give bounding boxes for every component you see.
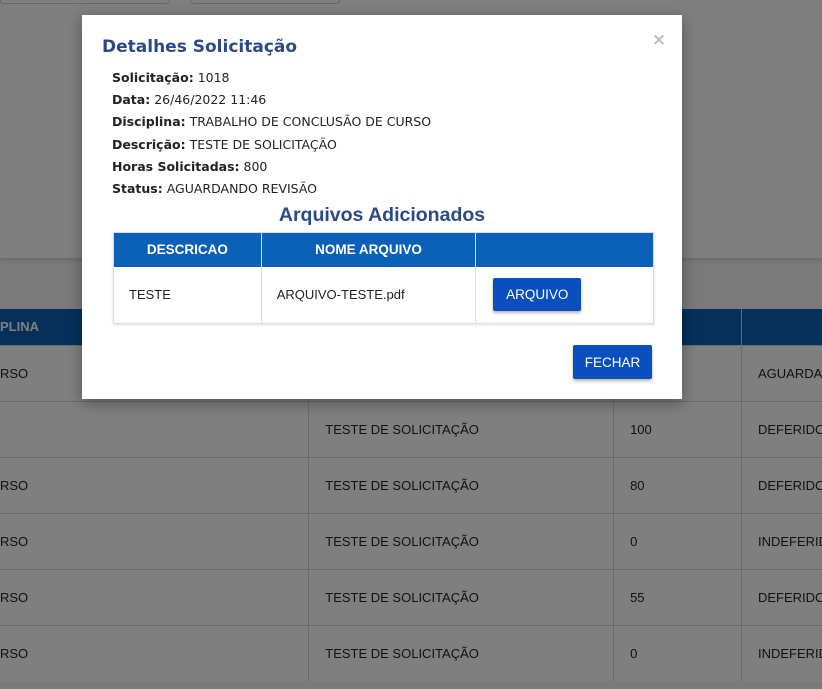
detail-value: 26/46/2022 11:46 <box>154 92 267 108</box>
header-descricao: DESCRICAO <box>113 232 262 267</box>
detail-status: Status: AGUARDANDO REVISÃO <box>112 180 431 202</box>
files-table: DESCRICAO NOME ARQUIVO TESTE ARQUIVO-TES… <box>113 232 654 324</box>
page: PLINA RAS RSO AGUARDAN TESTE DE SOLICITA… <box>0 0 822 689</box>
detail-value: TESTE DE SOLICITAÇÃO <box>189 136 337 152</box>
detail-solicitacao: Solicitação: 1018 <box>112 69 431 91</box>
detail-label: Disciplina: <box>112 114 186 130</box>
detail-label: Solicitação: <box>112 70 194 85</box>
close-icon[interactable]: × <box>650 30 668 50</box>
header-actions <box>475 232 654 267</box>
detail-label: Data: <box>112 92 151 108</box>
cell-actions: ARQUIVO <box>475 266 654 324</box>
detail-value: TRABALHO DE CONCLUSÃO DE CURSO <box>189 114 432 130</box>
request-details-modal: Detalhes Solicitação × Solicitação: 1018… <box>82 15 682 399</box>
modal-title: Detalhes Solicitação <box>102 37 298 57</box>
detail-label: Status: <box>112 180 163 196</box>
detail-data: Data: 26/46/2022 11:46 <box>112 91 431 113</box>
cell-nome-arquivo: ARQUIVO-TESTE.pdf <box>261 266 477 324</box>
open-file-button[interactable]: ARQUIVO <box>493 278 582 312</box>
detail-horas-solicitadas: Horas Solicitadas: 800 <box>112 158 431 180</box>
header-nome-arquivo: NOME ARQUIVO <box>261 232 477 267</box>
cell-descricao: TESTE <box>113 266 262 324</box>
table-row: TESTE ARQUIVO-TESTE.pdf ARQUIVO <box>113 266 654 324</box>
detail-value: AGUARDANDO REVISÃO <box>166 180 318 196</box>
files-section-title: Arquivos Adicionados <box>278 204 486 226</box>
close-button[interactable]: FECHAR <box>573 345 652 379</box>
detail-disciplina: Disciplina: TRABALHO DE CONCLUSÃO DE CUR… <box>112 113 431 135</box>
detail-value: 800 <box>243 158 268 174</box>
detail-descricao: Descrição: TESTE DE SOLICITAÇÃO <box>112 136 431 158</box>
detail-label: Horas Solicitadas: <box>112 158 240 174</box>
files-table-header: DESCRICAO NOME ARQUIVO <box>113 232 654 267</box>
detail-label: Descrição: <box>112 136 186 152</box>
request-details: Solicitação: 1018 Data: 26/46/2022 11:46… <box>112 69 431 202</box>
detail-value: 1018 <box>197 70 230 85</box>
